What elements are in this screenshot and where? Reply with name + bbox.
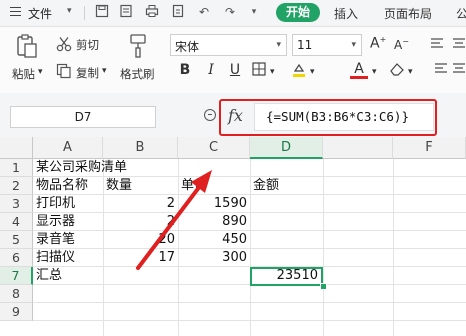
annotation-arrow <box>136 170 212 270</box>
